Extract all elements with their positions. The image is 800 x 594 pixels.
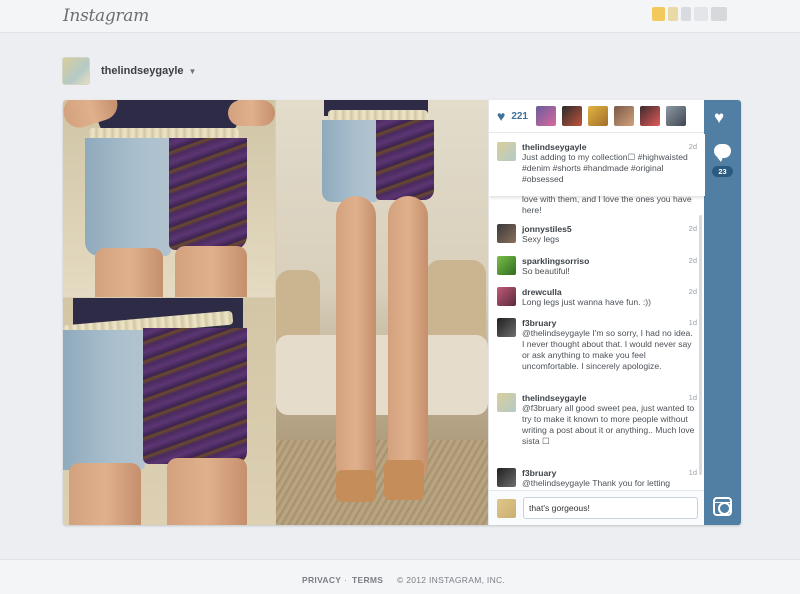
liker-avatar[interactable] xyxy=(536,106,556,126)
liker-avatar[interactable] xyxy=(588,106,608,126)
comment-icon[interactable] xyxy=(714,144,731,162)
liker-avatar[interactable] xyxy=(640,106,660,126)
comment-time: 2d xyxy=(688,224,697,233)
likes-count[interactable]: 221 xyxy=(511,111,528,122)
comment-item-partial: love with them, and I love the ones you … xyxy=(489,194,705,216)
top-bar: Instagram xyxy=(0,0,800,33)
post-photo[interactable] xyxy=(63,100,488,525)
comment-text: Sexy legs xyxy=(522,234,560,244)
caption-time: 2d xyxy=(688,142,697,151)
comment-time: 2d xyxy=(688,256,697,265)
heart-icon[interactable]: ♥ xyxy=(497,108,505,124)
caption-item: thelindseygayle Just adding to my collec… xyxy=(489,142,705,185)
user-name-blurred-1[interactable] xyxy=(668,7,678,21)
footer-separator: · xyxy=(344,575,348,585)
comment-avatar[interactable] xyxy=(497,224,516,243)
profile-username[interactable]: thelindseygayle xyxy=(101,65,184,77)
comment-text: @thelindseygayle I'm so sorry, I had no … xyxy=(522,328,693,371)
comment-avatar[interactable] xyxy=(497,287,516,306)
caption-username[interactable]: thelindseygayle xyxy=(522,142,697,152)
comment-time: 1d xyxy=(688,318,697,327)
comment-avatar[interactable] xyxy=(497,468,516,487)
comment-text: @thelindseygayle Thank you for letting xyxy=(522,478,671,488)
caption-box: thelindseygayle Just adding to my collec… xyxy=(489,134,705,196)
footer-copyright: © 2012 INSTAGRAM, INC. xyxy=(397,575,506,585)
comment-text: love with them, and I love the ones you … xyxy=(522,194,692,215)
chevron-down-icon[interactable]: ▼ xyxy=(189,67,197,76)
photo-panel-right xyxy=(276,100,488,525)
caption-avatar[interactable] xyxy=(497,142,516,161)
comment-username[interactable]: sparklingsorriso xyxy=(522,256,697,266)
comment-avatar[interactable] xyxy=(497,393,516,412)
user-name-blurred-2[interactable] xyxy=(681,7,691,21)
likes-row: ♥ 221 xyxy=(489,100,704,133)
comment-username[interactable]: f3bruary xyxy=(522,468,697,478)
user-menu[interactable] xyxy=(652,7,727,21)
comments-panel: ♥ 221 love with them, and I love the one… xyxy=(488,100,705,525)
liker-avatar[interactable] xyxy=(666,106,686,126)
instagram-logo[interactable]: Instagram xyxy=(63,6,149,26)
comments-scrollbar[interactable] xyxy=(699,215,702,475)
comment-input[interactable] xyxy=(523,497,698,519)
comment-avatar[interactable] xyxy=(497,318,516,337)
comment-time: 1d xyxy=(688,393,697,402)
like-heart-icon[interactable]: ♥ xyxy=(714,108,724,128)
profile-header[interactable]: thelindseygayle ▼ xyxy=(62,57,196,85)
comment-avatar[interactable] xyxy=(497,256,516,275)
comment-item: f3bruary @thelindseygayle I'm so sorry, … xyxy=(489,318,705,372)
user-name-blurred-4[interactable] xyxy=(711,7,727,21)
comment-thread[interactable]: love with them, and I love the ones you … xyxy=(489,134,705,490)
comment-text: @f3bruary all good sweet pea, just wante… xyxy=(522,403,695,446)
comment-text: Long legs just wanna have fun. :)) xyxy=(522,297,651,307)
comment-input-row xyxy=(489,490,705,525)
photo-panel-top-left xyxy=(63,100,275,297)
comment-item: jonnystiles5 Sexy legs 2d xyxy=(489,224,705,245)
comment-time: 2d xyxy=(688,287,697,296)
comment-username[interactable]: jonnystiles5 xyxy=(522,224,697,234)
action-bar: ♥ 23 xyxy=(704,100,741,525)
camera-icon[interactable] xyxy=(713,497,732,516)
liker-avatar[interactable] xyxy=(562,106,582,126)
post-card: ♥ 221 love with them, and I love the one… xyxy=(63,100,741,525)
footer: PRIVACY · TERMS © 2012 INSTAGRAM, INC. xyxy=(0,559,800,594)
comment-username[interactable]: thelindseygayle xyxy=(522,393,697,403)
comment-item: f3bruary @thelindseygayle Thank you for … xyxy=(489,468,705,489)
caption-text: Just adding to my collection☐ #highwaist… xyxy=(522,152,688,184)
profile-avatar[interactable] xyxy=(62,57,90,85)
comment-username[interactable]: f3bruary xyxy=(522,318,697,328)
user-name-blurred-3[interactable] xyxy=(694,7,708,21)
comment-item: thelindseygayle @f3bruary all good sweet… xyxy=(489,393,705,447)
comment-item: drewculla Long legs just wanna have fun.… xyxy=(489,287,705,308)
user-avatar-blurred[interactable] xyxy=(652,7,665,21)
current-user-avatar xyxy=(497,499,516,518)
footer-terms-link[interactable]: TERMS xyxy=(352,575,383,585)
photo-panel-bottom-left xyxy=(63,298,275,525)
comment-item: sparklingsorriso So beautiful! 2d xyxy=(489,256,705,277)
comment-count-badge: 23 xyxy=(712,166,733,177)
comment-time: 1d xyxy=(688,468,697,477)
footer-privacy-link[interactable]: PRIVACY xyxy=(302,575,341,585)
comment-text: So beautiful! xyxy=(522,266,570,276)
comment-username[interactable]: drewculla xyxy=(522,287,697,297)
liker-avatar[interactable] xyxy=(614,106,634,126)
